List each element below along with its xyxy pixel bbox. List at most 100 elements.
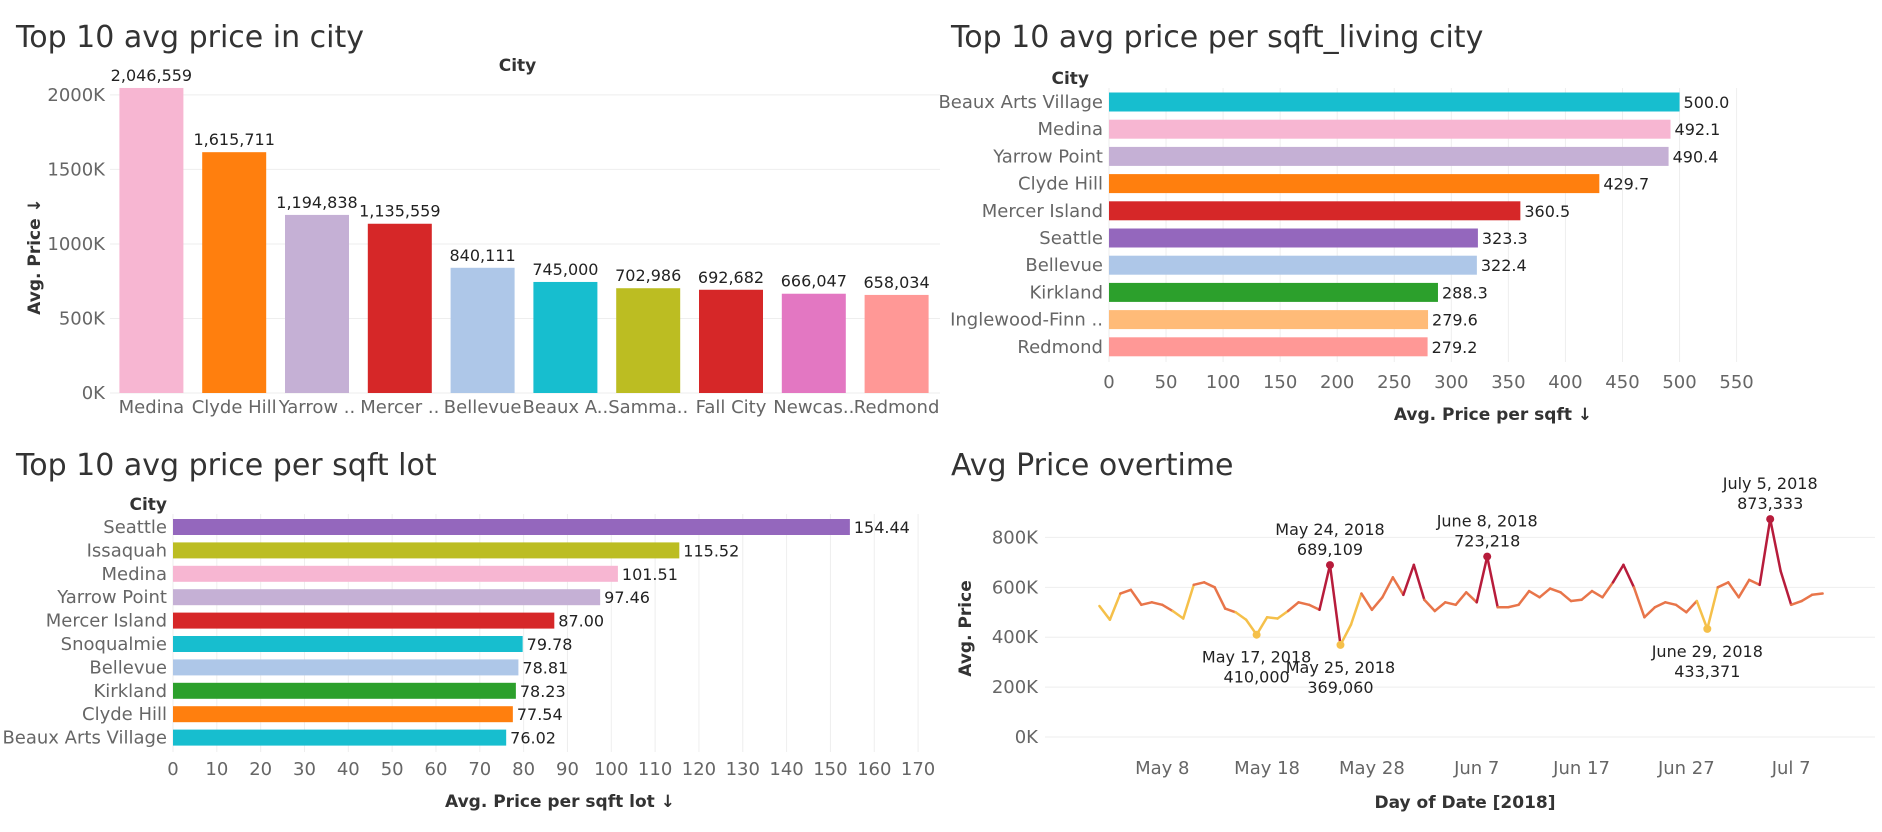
y-tick-label: 800K <box>992 527 1039 548</box>
bar-data-label: 2,046,559 <box>111 66 192 85</box>
x-tick-label: Jun 17 <box>1552 758 1610 779</box>
x-tick-label: 160 <box>857 759 891 780</box>
x-tick-label: Redmond <box>854 397 940 418</box>
bar <box>864 294 929 393</box>
bar <box>173 636 523 652</box>
line-segment <box>1265 616 1279 620</box>
line-segment <box>1664 601 1678 607</box>
y-tick-label: Inglewood-Finn .. <box>950 310 1103 331</box>
x-tick-label: Beaux A.. <box>523 397 609 418</box>
x-tick-label: Newcas.. <box>773 397 854 418</box>
x-tick-label: 60 <box>425 759 448 780</box>
annotation-date: May 24, 2018 <box>1275 520 1384 539</box>
x-tick-label: Jun 27 <box>1657 758 1715 779</box>
line-segment <box>1747 578 1761 587</box>
x-tick-label: 350 <box>1491 372 1525 393</box>
annotated-point <box>1483 552 1492 561</box>
bar-data-label: 78.81 <box>522 658 568 677</box>
bar-data-label: 78.23 <box>520 682 566 701</box>
x-tick-label: 170 <box>901 759 935 780</box>
line-segment <box>1727 581 1740 599</box>
bar <box>1109 92 1680 112</box>
y-tick-label: 0K <box>1015 727 1039 748</box>
bar-data-label: 745,000 <box>532 260 598 279</box>
bar <box>533 281 598 393</box>
line-segment <box>1161 603 1175 613</box>
line-segment <box>1475 555 1489 604</box>
line-segment <box>1622 563 1636 589</box>
x-tick-label: 250 <box>1377 372 1411 393</box>
x-tick-label: 0 <box>1103 372 1114 393</box>
line-segment <box>1789 599 1803 607</box>
y-tick-label: Issaquah <box>87 540 167 561</box>
line-segment <box>1444 601 1458 607</box>
y-tick-label: Clyde Hill <box>82 704 167 725</box>
x-tick-label: Jul 7 <box>1771 758 1811 779</box>
x-tick-label: 500 <box>1662 372 1696 393</box>
bar-data-label: 77.54 <box>517 705 563 724</box>
chart-price-per-sqft-lot: Top 10 avg price per sqft lot 0 10 20 30 40 5… <box>0 430 945 832</box>
x-tick-label: 40 <box>337 759 360 780</box>
x-tick-label: 50 <box>381 759 404 780</box>
line-segment <box>1685 599 1699 614</box>
annotation-value: 689,109 <box>1297 540 1363 559</box>
bar-data-label: 323.3 <box>1482 229 1528 248</box>
bar-data-label: 360.5 <box>1524 202 1570 221</box>
bar <box>173 519 850 535</box>
y-axis-title: City <box>1051 69 1089 89</box>
y-tick-label: Yarrow Point <box>56 587 167 608</box>
line-segment <box>1297 601 1311 607</box>
line-segment <box>1433 601 1447 613</box>
bar <box>616 288 681 393</box>
line-segment <box>1590 589 1604 599</box>
bar-data-label: 490.4 <box>1673 147 1719 166</box>
line-segment <box>1119 588 1133 595</box>
line-segment <box>1706 586 1720 631</box>
bar <box>173 682 516 699</box>
y-tick-label: Mercer Island <box>46 611 167 632</box>
y-axis-title: City <box>129 495 167 515</box>
y-tick-label: Medina <box>1038 119 1103 140</box>
bar <box>1109 201 1521 221</box>
line-segment <box>1402 563 1416 597</box>
bar <box>173 542 680 559</box>
bar <box>173 589 601 606</box>
y-axis-title: Avg. Price <box>956 580 976 676</box>
bar-data-label: 279.2 <box>1432 338 1478 357</box>
x-tick-label: 0 <box>167 759 178 780</box>
annotation-value: 369,060 <box>1307 678 1373 697</box>
bar <box>1109 255 1477 275</box>
chart-price-per-sqft-living: Top 10 avg price per sqft_living city 05… <box>938 0 1882 430</box>
x-axis-title: Day of Date [2018] <box>1374 793 1555 813</box>
bar-data-label: 322.4 <box>1481 256 1527 275</box>
bar-data-label: 101.51 <box>622 565 678 584</box>
line-segment <box>1517 589 1531 607</box>
line-segment <box>1611 563 1625 584</box>
x-tick-label: 200 <box>1320 372 1354 393</box>
line-segment <box>1538 587 1552 599</box>
y-tick-label: 2000K <box>47 85 106 106</box>
annotation-value: 410,000 <box>1224 668 1290 687</box>
bar-data-label: 1,135,559 <box>359 202 440 221</box>
x-axis-title: Avg. Price per sqft ↓ <box>1394 405 1592 425</box>
line-segment <box>1569 598 1583 603</box>
x-tick-label: 20 <box>249 759 272 780</box>
x-tick-label: 10 <box>205 759 228 780</box>
bar-data-label: 692,682 <box>698 268 764 287</box>
x-tick-label: 150 <box>1263 372 1297 393</box>
line-segment <box>1108 592 1122 621</box>
line-segment <box>1527 589 1541 599</box>
line-segment <box>1580 589 1594 602</box>
bar-data-label: 1,615,711 <box>193 130 274 149</box>
line-segment <box>1140 601 1154 607</box>
x-axis-title: Avg. Price per sqft lot ↓ <box>445 792 675 812</box>
annotation-value: 723,218 <box>1454 532 1520 551</box>
bar-data-label: 492.1 <box>1675 120 1721 139</box>
x-tick-label: Medina <box>119 397 184 418</box>
y-tick-label: Redmond <box>1017 337 1103 358</box>
line-segment <box>1286 601 1300 613</box>
bar <box>1109 310 1429 330</box>
x-tick-label: Samma.. <box>608 397 688 418</box>
line-segment <box>1202 581 1216 589</box>
price-per-sqft-lot-plot: 0 10 20 30 40 50 60 70 80 90 100 110 120 130 140 150 160… <box>2 495 935 812</box>
